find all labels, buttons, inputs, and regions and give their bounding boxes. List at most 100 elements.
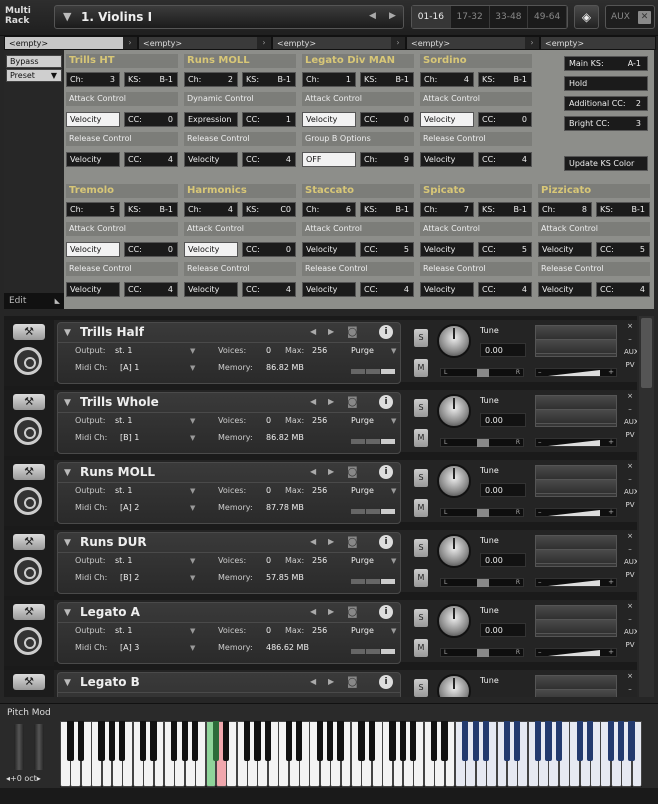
minimize-icon[interactable]: – [624,473,636,486]
volume-slider[interactable]: – + [535,648,617,657]
black-key[interactable] [295,721,303,761]
info-icon[interactable]: i [379,605,393,619]
camera-icon[interactable]: ◙ [347,675,365,689]
ch-field[interactable]: Ch: 1 [302,72,356,87]
release-mode-button[interactable]: OFF [302,152,356,167]
black-key[interactable] [503,721,510,761]
triangle-down-icon[interactable]: ▼ [64,678,71,688]
black-key[interactable] [181,721,188,761]
output-value[interactable]: st. 1 [115,556,132,565]
arrow-left-icon[interactable]: ◀ [369,11,376,21]
pan-handle[interactable] [477,649,489,657]
wrench-icon[interactable]: ⚒ [13,534,45,550]
update-ks-color-button[interactable]: Update KS Color [564,156,648,171]
arrow-left-icon[interactable]: ◀ [310,397,316,406]
purge-button[interactable]: Purge [351,556,374,565]
ks-field[interactable]: KS: B-1 [124,72,178,87]
instrument-name[interactable]: Trills Half [80,325,144,339]
wrench-icon[interactable]: ⚒ [13,324,45,340]
black-key[interactable] [514,721,521,761]
black-key[interactable] [140,721,147,761]
close-icon[interactable]: × [624,390,636,403]
ch-field[interactable]: Ch: 5 [66,202,120,217]
black-key[interactable] [482,721,490,761]
attack-cc-field[interactable]: CC: 5 [360,242,414,257]
triangle-down-icon[interactable]: ▼ [391,417,396,425]
black-key[interactable] [67,721,74,761]
rack-scrollbar[interactable] [639,316,654,697]
arrow-right-icon[interactable]: ▸ [37,774,41,783]
expand-icon[interactable]: › [391,37,405,49]
close-icon[interactable]: ✕ [638,11,651,24]
black-key[interactable] [108,721,116,761]
volume-slider[interactable]: – + [535,438,617,447]
attack-mode-button[interactable]: Velocity [66,242,120,257]
black-key[interactable] [285,721,292,761]
triangle-down-icon[interactable]: ▼ [391,487,396,495]
pan-slider[interactable]: LR [440,578,524,587]
black-key[interactable] [223,721,230,761]
ks-field[interactable]: KS: B-1 [478,202,532,217]
triangle-down-icon[interactable]: ▼ [190,347,195,355]
attack-mode-button[interactable]: Velocity [420,242,474,257]
max-value[interactable]: 256 [312,486,327,495]
octave-control[interactable]: ◂+0 oct▸ [6,774,41,783]
black-key[interactable] [399,721,407,761]
output-value[interactable]: st. 1 [115,626,132,635]
script-tab-5[interactable]: <empty> [540,36,656,50]
max-value[interactable]: 256 [312,556,327,565]
midi-value[interactable]: [A] 1 [120,363,139,372]
close-icon[interactable]: × [624,600,636,613]
tune-knob[interactable] [437,674,471,697]
release-mode-button[interactable]: Velocity [66,152,120,167]
tune-value[interactable]: 0.00 [480,553,526,567]
black-key[interactable] [534,721,542,761]
triangle-down-icon[interactable]: ▼ [63,10,71,23]
piano-keyboard[interactable] [60,721,643,787]
triangle-down-icon[interactable]: ▼ [391,627,396,635]
pv-button[interactable]: PV [624,639,636,652]
triangle-down-icon[interactable]: ▼ [190,627,195,635]
arrow-left-icon[interactable]: ◀ [310,467,316,476]
black-key[interactable] [264,721,271,761]
black-key[interactable] [77,721,84,761]
script-tab-2[interactable]: <empty> › [138,36,272,50]
triangle-down-icon[interactable]: ▼ [64,538,71,548]
release-cc-field[interactable]: CC: 4 [478,152,532,167]
black-key[interactable] [368,721,375,761]
tune-knob[interactable] [437,604,471,638]
camera-icon[interactable]: ◙ [347,535,365,549]
ch-field[interactable]: Ch: 7 [420,202,474,217]
black-key[interactable] [119,721,126,761]
triangle-down-icon[interactable]: ▼ [391,347,396,355]
tab-channels-1-16[interactable]: 01-16 [412,6,451,28]
mute-button[interactable]: M [414,569,428,587]
black-key[interactable] [462,721,469,761]
camera-icon[interactable]: ◙ [347,605,365,619]
arrow-right-icon[interactable]: ▶ [328,677,334,686]
close-icon[interactable]: × [624,460,636,473]
mute-button[interactable]: M [414,639,428,657]
release-cc-field[interactable]: CC: 4 [478,282,532,297]
release-mode-button[interactable]: Velocity [538,282,592,297]
aux-button[interactable]: AUX ✕ [605,5,655,29]
mod-wheel[interactable] [34,724,44,770]
tune-value[interactable]: 0.00 [480,483,526,497]
tab-channels-17-32[interactable]: 17-32 [451,6,490,28]
arrow-left-icon[interactable]: ◀ [310,537,316,546]
pan-handle[interactable] [477,439,489,447]
ks-field[interactable]: KS: B-1 [242,72,296,87]
tab-channels-33-48[interactable]: 33-48 [490,6,529,28]
triangle-down-icon[interactable]: ▼ [190,417,195,425]
arrow-left-icon[interactable]: ◀ [310,677,316,686]
tune-knob[interactable] [437,464,471,498]
midi-value[interactable]: [A] 2 [120,503,139,512]
pan-handle[interactable] [477,579,489,587]
additional-cc-field[interactable]: Additional CC: 2 [564,96,648,111]
attack-mode-button[interactable]: Velocity [66,112,120,127]
attack-cc-field[interactable]: CC: 0 [124,112,178,127]
black-key[interactable] [431,721,438,761]
ks-field[interactable]: KS: B-1 [124,202,178,217]
wrench-icon[interactable]: ⚒ [13,464,45,480]
script-tab-4[interactable]: <empty> › [406,36,540,50]
